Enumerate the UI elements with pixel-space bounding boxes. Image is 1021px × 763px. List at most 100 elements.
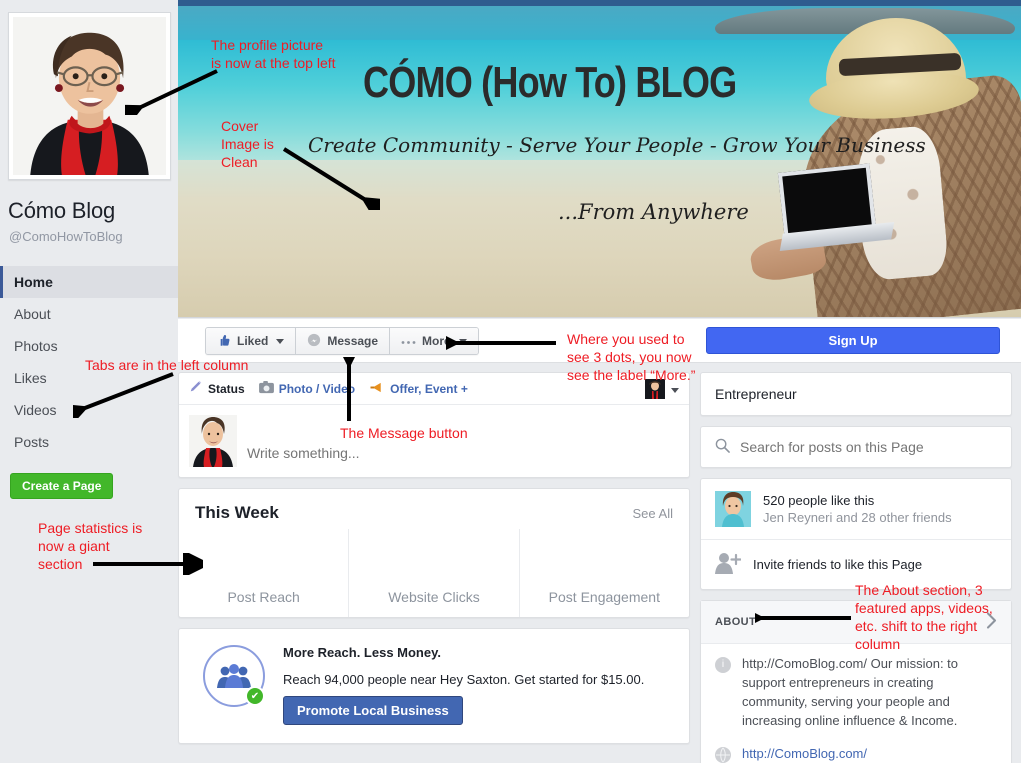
composer-input[interactable] (237, 415, 679, 467)
see-all-link[interactable]: See All (633, 506, 673, 521)
info-icon: i (715, 657, 731, 673)
chevron-right-icon[interactable] (986, 612, 997, 632)
about-description-row: i http://ComoBlog.com/ Our mission: to s… (701, 644, 1011, 734)
messenger-icon (307, 333, 321, 350)
sidebar-item-label: Posts (14, 434, 50, 450)
left-column: Cómo Blog @ComoHowToBlog Home About Phot… (0, 0, 178, 763)
profile-portrait-illustration (13, 17, 166, 175)
composer-audience-selector[interactable] (645, 379, 679, 402)
audience-group-icon: ✔ (203, 645, 265, 707)
page-category-card[interactable]: Entrepreneur (700, 372, 1012, 416)
composer-tab-label: Offer, Event + (390, 381, 468, 396)
globe-icon (715, 747, 731, 763)
likes-summary-row[interactable]: 520 people like this Jen Reyneri and 28 … (701, 479, 1011, 539)
stat-label: Post Engagement (548, 589, 660, 605)
sidebar-item-likes[interactable]: Likes (0, 362, 178, 394)
invite-friends-label: Invite friends to like this Page (753, 557, 923, 572)
more-button-label: More (422, 334, 451, 348)
promo-title: More Reach. Less Money. (283, 645, 441, 660)
thumbs-up-icon (217, 333, 231, 350)
sidebar-item-label: Videos (14, 402, 57, 418)
this-week-stats-row: Post Reach Website Clicks Post Engagemen… (179, 529, 689, 617)
page-nav-tabs: Home About Photos Likes Videos Posts (0, 266, 178, 458)
cover-tagline-text: Create Community - Serve Your People - G… (308, 133, 926, 157)
composer-portrait-illustration (189, 415, 237, 467)
this-week-title: This Week (195, 503, 279, 522)
composer-tab-status[interactable]: Status (189, 380, 245, 397)
sidebar-item-videos[interactable]: Videos (0, 394, 178, 426)
composer-tab-label: Photo / Video (278, 381, 356, 396)
about-header[interactable]: ABOUT (701, 601, 1011, 644)
stat-label: Website Clicks (388, 589, 480, 605)
sidebar-item-label: Likes (14, 370, 47, 386)
cover-photo[interactable]: CÓMO (How To) BLOG Create Community - Se… (178, 0, 1021, 318)
about-card: ABOUT i http://ComoBlog.com/ Our mission… (700, 600, 1012, 763)
page-category-label: Entrepreneur (715, 386, 797, 402)
stat-website-clicks[interactable]: Website Clicks (349, 529, 520, 617)
composer-tab-label: Status (208, 381, 245, 396)
liked-button[interactable]: Liked (206, 328, 297, 354)
friend-avatar (715, 491, 751, 527)
chevron-down-icon (671, 388, 679, 393)
more-button[interactable]: More (390, 328, 478, 354)
sidebar-item-photos[interactable]: Photos (0, 330, 178, 362)
page-title: Cómo Blog (8, 198, 116, 223)
invite-friends-row[interactable]: Invite friends to like this Page (701, 540, 1011, 589)
composer-profile-thumbnail (189, 415, 237, 467)
promo-subtitle: Reach 94,000 people near Hey Saxton. Get… (283, 672, 645, 687)
sign-up-button[interactable]: Sign Up (706, 327, 1000, 354)
camera-icon (258, 380, 274, 397)
about-website-row[interactable]: http://ComoBlog.com/ (701, 734, 1011, 763)
create-a-page-button[interactable]: Create a Page (10, 473, 114, 499)
likes-text-block: 520 people like this Jen Reyneri and 28 … (763, 493, 952, 525)
ellipsis-icon (401, 334, 416, 348)
page-action-bar: Liked Message More Sign Up (178, 319, 1021, 363)
cover-title-text: CÓMO (How To) BLOG (363, 58, 737, 107)
megaphone-icon (369, 381, 385, 397)
profile-picture[interactable] (8, 12, 171, 180)
add-friend-icon (715, 552, 742, 577)
sidebar-item-label: About (14, 306, 51, 322)
friend-avatar-illustration (715, 491, 751, 527)
verified-check-icon: ✔ (245, 686, 265, 706)
stat-label: Post Reach (227, 589, 300, 605)
cover-tagline-secondary-text: ...From Anywhere (558, 200, 749, 224)
composer-tab-offer-event[interactable]: Offer, Event + (369, 381, 468, 397)
promote-local-business-button[interactable]: Promote Local Business (283, 696, 463, 725)
this-week-insights-card: This Week See All Post Reach Website Cli… (178, 488, 690, 618)
stat-post-engagement[interactable]: Post Engagement (520, 529, 689, 617)
composer-tab-photo-video[interactable]: Photo / Video (258, 380, 356, 397)
promote-local-business-card: ✔ More Reach. Less Money. Reach 94,000 p… (178, 628, 690, 744)
page-handle: @ComoHowToBlog (9, 229, 123, 244)
stat-post-reach[interactable]: Post Reach (179, 529, 350, 617)
page-likes-card: 520 people like this Jen Reyneri and 28 … (700, 478, 1012, 590)
about-section-title: ABOUT (715, 616, 757, 628)
sidebar-item-home[interactable]: Home (0, 266, 178, 298)
search-input[interactable] (740, 439, 997, 455)
sidebar-item-posts[interactable]: Posts (0, 426, 178, 458)
pencil-icon (189, 380, 203, 397)
sidebar-item-label: Home (14, 274, 53, 290)
likes-count-label: 520 people like this (763, 493, 875, 508)
profile-photo-image (13, 17, 166, 175)
composer-body (179, 405, 689, 477)
right-column: Entrepreneur Search for posts on this Pa… (700, 372, 1012, 763)
about-description: http://ComoBlog.com/ Our mission: to sup… (742, 656, 959, 728)
message-button[interactable]: Message (296, 328, 391, 354)
search-row[interactable] (701, 427, 1011, 467)
chevron-down-icon (276, 338, 285, 344)
search-icon (715, 438, 730, 456)
composer-avatar-icon (645, 379, 665, 402)
center-column: Status Photo / Video Offer, Event + Writ… (178, 372, 690, 754)
composer-tabs: Status Photo / Video Offer, Event + (179, 373, 689, 405)
likes-friends-label: Jen Reyneri and 28 other friends (763, 510, 952, 525)
message-button-label: Message (327, 334, 379, 348)
promo-body: ✔ More Reach. Less Money. Reach 94,000 p… (179, 629, 689, 743)
about-website-link[interactable]: http://ComoBlog.com/ (742, 745, 867, 763)
page-action-button-group: Liked Message More (205, 327, 479, 355)
liked-button-label: Liked (237, 334, 269, 348)
promo-text-block: More Reach. Less Money. Reach 94,000 peo… (283, 645, 644, 725)
sidebar-item-about[interactable]: About (0, 298, 178, 330)
this-week-header: This Week See All (179, 489, 689, 529)
page-search-card[interactable] (700, 426, 1012, 468)
